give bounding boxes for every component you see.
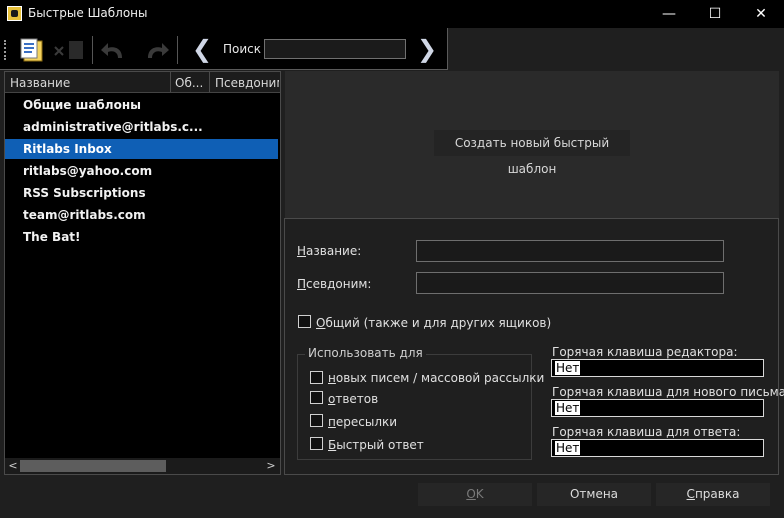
delete-icon[interactable] xyxy=(52,44,66,58)
app-icon xyxy=(7,6,22,21)
scroll-left-icon[interactable]: < xyxy=(6,458,20,474)
search-label: Поиск xyxy=(223,42,262,56)
use-for-quick-reply-checkbox[interactable] xyxy=(310,437,323,450)
list-item[interactable]: RSS Subscriptions xyxy=(5,183,278,203)
ok-button[interactable]: OK xyxy=(418,483,532,506)
new-template-icon[interactable] xyxy=(18,36,46,64)
undo-icon[interactable] xyxy=(100,38,130,62)
use-for-title: Использовать для xyxy=(305,346,426,360)
cancel-button[interactable]: Отмена xyxy=(537,483,651,506)
toolbar-grip-icon[interactable] xyxy=(4,40,8,60)
use-for-reply-label[interactable]: ответов xyxy=(328,392,378,406)
hotkey-editor-input[interactable]: Нет xyxy=(551,359,764,377)
column-header-common[interactable]: Об... xyxy=(175,76,207,90)
window-title: Быстрые Шаблоны xyxy=(28,6,148,20)
list-item[interactable]: Ritlabs Inbox xyxy=(5,139,278,159)
search-prev-icon[interactable]: ❮ xyxy=(192,37,212,63)
alias-label: Псевдоним: xyxy=(297,277,372,291)
hotkey-new-label: Горячая клавиша для нового письма: xyxy=(552,385,784,399)
list-item[interactable]: ritlabs@yahoo.com xyxy=(5,161,278,181)
name-input[interactable] xyxy=(416,240,724,262)
create-template-button[interactable]: Создать новый быстрый шаблон xyxy=(434,130,630,176)
common-label[interactable]: Общий (также и для других ящиков) xyxy=(316,316,551,330)
scrollbar-thumb[interactable] xyxy=(20,460,166,472)
search-input[interactable] xyxy=(264,39,406,59)
redo-icon[interactable] xyxy=(140,38,170,62)
hotkey-editor-label: Горячая клавиша редактора: xyxy=(552,345,738,359)
common-checkbox[interactable] xyxy=(298,315,311,328)
use-for-quick-reply-label[interactable]: Быстрый ответ xyxy=(328,438,424,452)
use-for-reply-checkbox[interactable] xyxy=(310,391,323,404)
hotkey-reply-input[interactable]: Нет xyxy=(551,439,764,457)
close-button[interactable]: ✕ xyxy=(738,0,784,28)
scroll-right-icon[interactable]: > xyxy=(264,458,278,474)
list-item[interactable]: administrative@ritlabs.c... xyxy=(5,117,278,137)
help-button[interactable]: Справка xyxy=(656,483,770,506)
hotkey-reply-label: Горячая клавиша для ответа: xyxy=(552,425,741,439)
toolbar-separator xyxy=(92,36,93,64)
column-divider[interactable] xyxy=(170,72,171,92)
list-item[interactable]: The Bat! xyxy=(5,227,278,247)
use-for-forward-checkbox[interactable] xyxy=(310,414,323,427)
list-item[interactable]: team@ritlabs.com xyxy=(5,205,278,225)
minimize-button[interactable]: — xyxy=(646,0,692,28)
hotkey-new-input[interactable]: Нет xyxy=(551,399,764,417)
column-header-alias[interactable]: Псевдоним xyxy=(215,76,279,90)
alias-input[interactable] xyxy=(416,272,724,294)
name-label: Название: xyxy=(297,244,362,258)
search-next-icon[interactable]: ❯ xyxy=(417,37,437,63)
use-for-new-label[interactable]: новых писем / массовой рассылки xyxy=(328,371,544,385)
column-header-name[interactable]: Название xyxy=(10,76,170,90)
use-for-forward-label[interactable]: пересылки xyxy=(328,415,397,429)
maximize-button[interactable]: ☐ xyxy=(692,0,738,28)
use-for-new-checkbox[interactable] xyxy=(310,371,323,384)
list-item[interactable]: Общие шаблоны xyxy=(5,95,278,115)
toolbar-separator xyxy=(177,36,178,64)
column-divider[interactable] xyxy=(209,72,210,92)
copy-icon[interactable] xyxy=(66,38,88,62)
